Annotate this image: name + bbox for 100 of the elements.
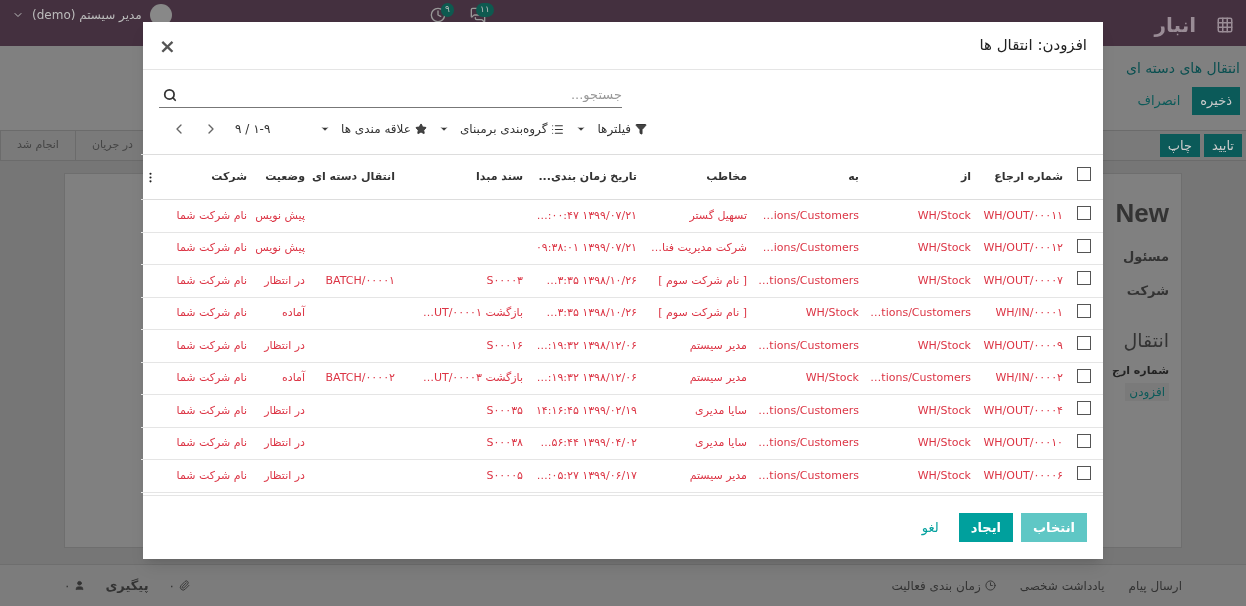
table-cell: نام شرکت شما [176, 467, 247, 484]
table-cell: نام شرکت شما [176, 207, 247, 224]
table-cell-text: WH/OUT/۰۰۰۱۰ [983, 435, 1063, 451]
follow-button[interactable]: پیگیری [105, 575, 149, 596]
table-cell: …۳:۳۵ ۱۳۹۸/۱۰/۲۶ [546, 272, 637, 289]
table-cell-text: WH/IN/۰۰۰۰۱ [995, 305, 1063, 321]
table-cell-text: پیش نویس [255, 240, 305, 256]
table-cell-text: سایا مدیری [695, 435, 747, 451]
table-cell: در انتظار [264, 337, 305, 354]
paperclip-icon[interactable] [178, 580, 190, 591]
dialog-button[interactable]: ایجاد [958, 513, 1014, 542]
table-cell: WH/Stock [917, 337, 971, 354]
column-header[interactable]: شماره ارجاع [975, 154, 1067, 200]
column-header: شماره ارج [1112, 362, 1169, 379]
breadcrumb[interactable]: انتقال های دسته ای [1125, 58, 1240, 79]
table-cell: …ions/Customers [762, 207, 859, 224]
close-button[interactable]: × [159, 35, 176, 56]
column-header[interactable]: سند مبدا [399, 154, 527, 200]
table-cell-text: …tions/Customers [870, 370, 971, 386]
table-cell: BATCH/۰۰۰۰۱ [325, 272, 395, 289]
table-cell: …:۰۰:۴۷ ۱۳۹۹/۰۷/۲۱ [536, 207, 637, 224]
column-header[interactable]: از [863, 154, 975, 200]
search-option-button[interactable]: فیلترها [576, 120, 647, 138]
checkbox[interactable] [1077, 167, 1091, 182]
search-icon[interactable] [163, 87, 177, 102]
checkbox[interactable] [1077, 433, 1091, 448]
field-label: شرکت [1126, 281, 1169, 300]
filter-icon [635, 123, 647, 135]
table-cell-text: …۳:۳۵ ۱۳۹۸/۱۰/۲۶ [546, 305, 637, 321]
search-field[interactable]: جستجو... [177, 84, 622, 105]
table-cell: S۰۰۰۰۳ [486, 272, 523, 289]
checkbox[interactable] [1077, 368, 1091, 383]
list-icon [551, 122, 565, 136]
table-cell: WH/OUT/۰۰۰۰۶ [983, 467, 1063, 484]
user-icon[interactable] [74, 580, 86, 591]
table-cell: S۰۰۰۱۶ [486, 337, 523, 354]
checkbox[interactable] [1077, 401, 1091, 415]
table-cell: WH/OUT/۰۰۰۰۷ [983, 272, 1063, 289]
table-cell: S۰۰۰۳۵ [486, 402, 523, 419]
schedule-activity-link[interactable]: زمان بندی فعالیت [891, 576, 996, 595]
table-cell: …tions/Customers [758, 467, 859, 484]
column-header[interactable]: شرکت [157, 154, 251, 200]
table-cell-text: …tions/Customers [870, 305, 971, 321]
chat-icon[interactable] [469, 7, 486, 23]
table-cell: در انتظار [264, 467, 305, 484]
column-header[interactable]: مخاطب [641, 154, 751, 200]
field-label: مسئول [1123, 248, 1169, 266]
attachment-count: ۰ [168, 577, 175, 595]
dialog-title: افزودن: انتقال ها [979, 35, 1087, 57]
column-header[interactable]: به [751, 154, 863, 200]
column-header[interactable]: تاریخ زمان بندی... [527, 154, 641, 200]
clock-icon[interactable] [429, 7, 446, 23]
caret-icon [320, 124, 331, 134]
table-cell: در انتظار [264, 402, 305, 419]
table-cell-text: نام شرکت شما [176, 240, 247, 256]
table-cell: نام شرکت شما [176, 272, 247, 289]
header-button[interactable]: چاپ [1159, 133, 1201, 158]
table-cell: WH/Stock [917, 402, 971, 419]
cancel-link[interactable]: لغو [909, 513, 951, 542]
table-cell: …:۱۹:۳۲ ۱۳۹۸/۱۲/۰۶ [536, 337, 637, 354]
checkbox[interactable] [1077, 271, 1091, 285]
table-cell: …tions/Customers [758, 272, 859, 289]
pager-value[interactable]: ۱-۹ / ۹ [235, 120, 271, 138]
table-cell: در انتظار [264, 272, 305, 289]
checkbox[interactable] [1077, 206, 1091, 220]
table-cell-text: در انتظار [264, 435, 305, 451]
table-cell: [ نام شرکت سوم ] [658, 272, 747, 289]
table-cell-text: …tions/Customers [758, 435, 859, 451]
save-button[interactable]: ذخیره [1192, 87, 1240, 115]
table-cell: …tions/Customers [758, 402, 859, 419]
checkbox[interactable] [1077, 303, 1091, 318]
table-cell-text: WH/OUT/۰۰۰۱۲ [983, 240, 1063, 256]
table-cell: پیش نویس [255, 207, 305, 224]
send-message-link[interactable]: ارسال پیام [1128, 576, 1182, 595]
checkbox[interactable] [1077, 336, 1091, 350]
table-cell: تسهیل گستر [689, 207, 747, 224]
count-badge: ۱۱ [476, 3, 494, 17]
column-header[interactable]: وضعیت [251, 154, 309, 200]
table-cell: …tions/Customers [758, 337, 859, 354]
user-name[interactable]: مدیر سیستم (demo) [32, 8, 142, 22]
table-cell-text: S۰۰۰۳۸ [486, 435, 523, 451]
column-header[interactable]: انتقال دسته ای [309, 154, 399, 200]
table-cell-text: شرکت مدیریت فنا… [651, 240, 747, 256]
count-badge: ۹ [440, 3, 454, 17]
search-option-button[interactable]: علاقه مندی ها [320, 120, 427, 138]
table-cell: WH/OUT/۰۰۰۰۹ [983, 337, 1063, 354]
search-option-button[interactable]: گروه‌بندی برمبنای [438, 120, 565, 138]
checkbox[interactable] [1077, 238, 1091, 253]
table-cell: مدیر سیستم [689, 467, 747, 484]
apps-menu-icon[interactable] [1216, 16, 1234, 34]
table-cell-text: WH/Stock [805, 370, 859, 386]
table-cell-text: …۵۶:۴۴ ۱۳۹۹/۰۴/۰۲ [540, 435, 637, 451]
checkbox[interactable] [1077, 466, 1091, 480]
app-name[interactable]: انبار [1154, 10, 1196, 40]
table-cell-text: WH/Stock [805, 305, 859, 321]
table-cell: WH/OUT/۰۰۰۰۴ [983, 402, 1063, 419]
table-cell: S۰۰۰۰۵ [486, 467, 523, 484]
table-cell-text: ۰۹:۳۸:۰۱ ۱۳۹۹/۰۷/۲۱ [535, 240, 637, 256]
log-note-link[interactable]: یادداشت شخصی [1019, 576, 1105, 595]
header-button[interactable]: تایید [1204, 133, 1242, 158]
